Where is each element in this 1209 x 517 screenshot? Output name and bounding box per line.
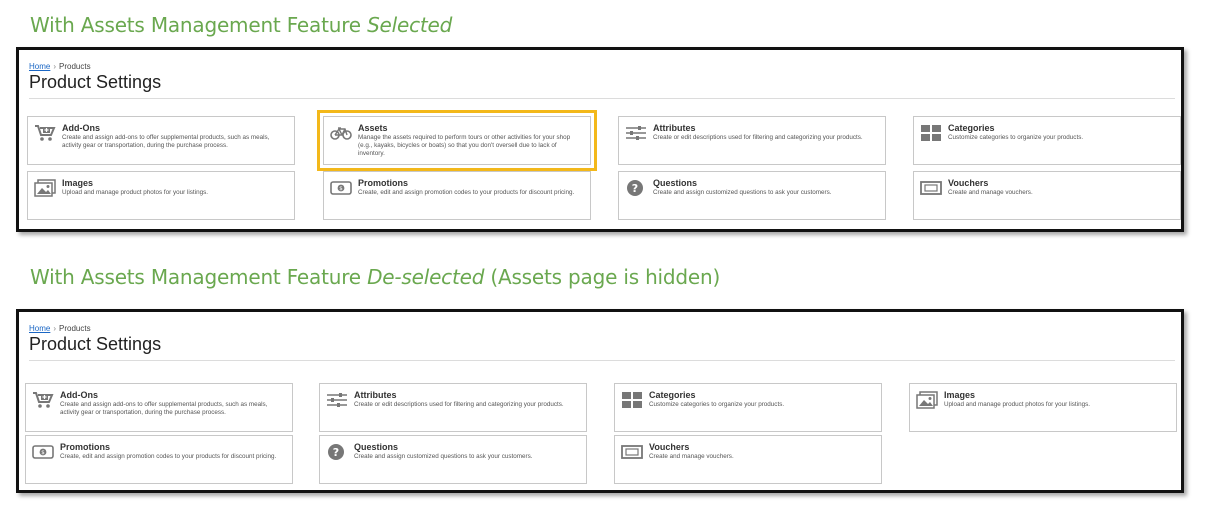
card-images[interactable]: Images Upload and manage product photos … bbox=[909, 383, 1177, 432]
card-promotions[interactable]: $ Promotions Create, edit and assign pro… bbox=[25, 435, 293, 484]
card-title: Add-Ons bbox=[62, 123, 100, 133]
card-description: Create and manage vouchers. bbox=[948, 189, 1033, 196]
sliders-icon bbox=[326, 391, 348, 409]
product-settings-panel-deselected: Home › Products Product Settings Add-Ons C… bbox=[16, 309, 1184, 493]
card-title: Assets bbox=[358, 123, 388, 133]
breadcrumb-separator: › bbox=[53, 62, 57, 71]
card-description: Create or edit descriptions used for fil… bbox=[354, 401, 564, 408]
card-promotions[interactable]: $ Promotions Create, edit and assign pro… bbox=[323, 171, 591, 220]
card-description: Customize categories to organize your pr… bbox=[948, 134, 1084, 141]
caption-selected: With Assets Management Feature Selected bbox=[30, 13, 452, 37]
question-icon: ? bbox=[625, 179, 647, 197]
breadcrumb-separator: › bbox=[53, 324, 57, 333]
card-description: Create and assign add-ons to offer suppl… bbox=[62, 134, 270, 149]
card-title: Promotions bbox=[358, 178, 409, 188]
page-title: Product Settings bbox=[29, 72, 162, 92]
card-assets[interactable]: Assets Manage the assets required to per… bbox=[317, 110, 597, 171]
card-title: Images bbox=[944, 390, 976, 400]
card-title: Promotions bbox=[60, 442, 111, 452]
card-description: Create and manage vouchers. bbox=[649, 453, 734, 460]
card-description: Create or edit descriptions used for fil… bbox=[653, 134, 863, 141]
breadcrumb-home-link[interactable]: Home bbox=[29, 62, 50, 71]
grid-icon bbox=[920, 124, 942, 142]
question-icon: ? bbox=[326, 443, 348, 461]
svg-text:$: $ bbox=[41, 450, 45, 456]
svg-text:$: $ bbox=[339, 186, 343, 192]
card-add-ons[interactable]: Add-Ons Create and assign add-ons to off… bbox=[27, 116, 295, 165]
card-description: Create and assign customized questions t… bbox=[653, 189, 832, 196]
card-vouchers[interactable]: Vouchers Create and manage vouchers. bbox=[913, 171, 1181, 220]
card-title: Images bbox=[62, 178, 94, 188]
sliders-icon bbox=[625, 124, 647, 142]
card-images[interactable]: Images Upload and manage product photos … bbox=[27, 171, 295, 220]
caption-suffix: (Assets page is hidden) bbox=[484, 265, 721, 289]
card-description: Upload and manage product photos for you… bbox=[944, 401, 1090, 408]
image-icon bbox=[916, 391, 938, 409]
image-icon bbox=[34, 179, 56, 197]
card-description: Create, edit and assign promotion codes … bbox=[60, 453, 277, 460]
ticket-icon: $ bbox=[330, 179, 352, 197]
breadcrumb-current: Products bbox=[59, 62, 91, 71]
card-description: Manage the assets required to perform to… bbox=[358, 134, 571, 157]
breadcrumb: Home › Products bbox=[29, 324, 91, 333]
caption-prefix: With Assets Management Feature bbox=[30, 265, 368, 289]
card-description: Customize categories to organize your pr… bbox=[649, 401, 785, 408]
grid-icon bbox=[621, 391, 643, 409]
card-description: Create, edit and assign promotion codes … bbox=[358, 189, 575, 196]
cart-plus-icon bbox=[34, 124, 56, 142]
breadcrumb-home-link[interactable]: Home bbox=[29, 324, 50, 333]
card-title: Add-Ons bbox=[60, 390, 98, 400]
card-title: Attributes bbox=[354, 390, 397, 400]
caption-prefix: With Assets Management Feature bbox=[30, 13, 368, 37]
card-title: Categories bbox=[649, 390, 696, 400]
card-title: Questions bbox=[653, 178, 698, 188]
voucher-icon bbox=[920, 179, 942, 197]
card-questions[interactable]: ? Questions Create and assign customized… bbox=[319, 435, 587, 484]
caption-deselected: With Assets Management Feature De-select… bbox=[30, 265, 720, 289]
page-title: Product Settings bbox=[29, 334, 162, 354]
card-title: Questions bbox=[354, 442, 399, 452]
svg-text:?: ? bbox=[632, 182, 638, 195]
ticket-icon: $ bbox=[32, 443, 54, 461]
caption-emphasis: De-selected bbox=[367, 265, 485, 289]
card-description: Upload and manage product photos for you… bbox=[62, 189, 208, 196]
card-add-ons[interactable]: Add-Ons Create and assign add-ons to off… bbox=[25, 383, 293, 432]
title-divider bbox=[29, 360, 1175, 361]
voucher-icon bbox=[621, 443, 643, 461]
title-divider bbox=[29, 98, 1175, 99]
card-attributes[interactable]: Attributes Create or edit descriptions u… bbox=[319, 383, 587, 432]
product-settings-panel-selected: Home › Products Product Settings Add-Ons C… bbox=[16, 47, 1184, 232]
card-categories[interactable]: Categories Customize categories to organ… bbox=[614, 383, 882, 432]
card-vouchers[interactable]: Vouchers Create and manage vouchers. bbox=[614, 435, 882, 484]
card-title: Vouchers bbox=[649, 442, 690, 452]
card-description: Create and assign add-ons to offer suppl… bbox=[60, 401, 268, 416]
caption-emphasis: Selected bbox=[367, 13, 453, 37]
card-title: Categories bbox=[948, 123, 995, 133]
bicycle-icon bbox=[330, 124, 352, 142]
card-description: Create and assign customized questions t… bbox=[354, 453, 533, 460]
cart-plus-icon bbox=[32, 391, 54, 409]
breadcrumb-current: Products bbox=[59, 324, 91, 333]
breadcrumb: Home › Products bbox=[29, 62, 91, 71]
card-title: Vouchers bbox=[948, 178, 989, 188]
card-questions[interactable]: ? Questions Create and assign customized… bbox=[618, 171, 886, 220]
card-categories[interactable]: Categories Customize categories to organ… bbox=[913, 116, 1181, 165]
card-attributes[interactable]: Attributes Create or edit descriptions u… bbox=[618, 116, 886, 165]
card-title: Attributes bbox=[653, 123, 696, 133]
svg-text:?: ? bbox=[333, 446, 339, 459]
